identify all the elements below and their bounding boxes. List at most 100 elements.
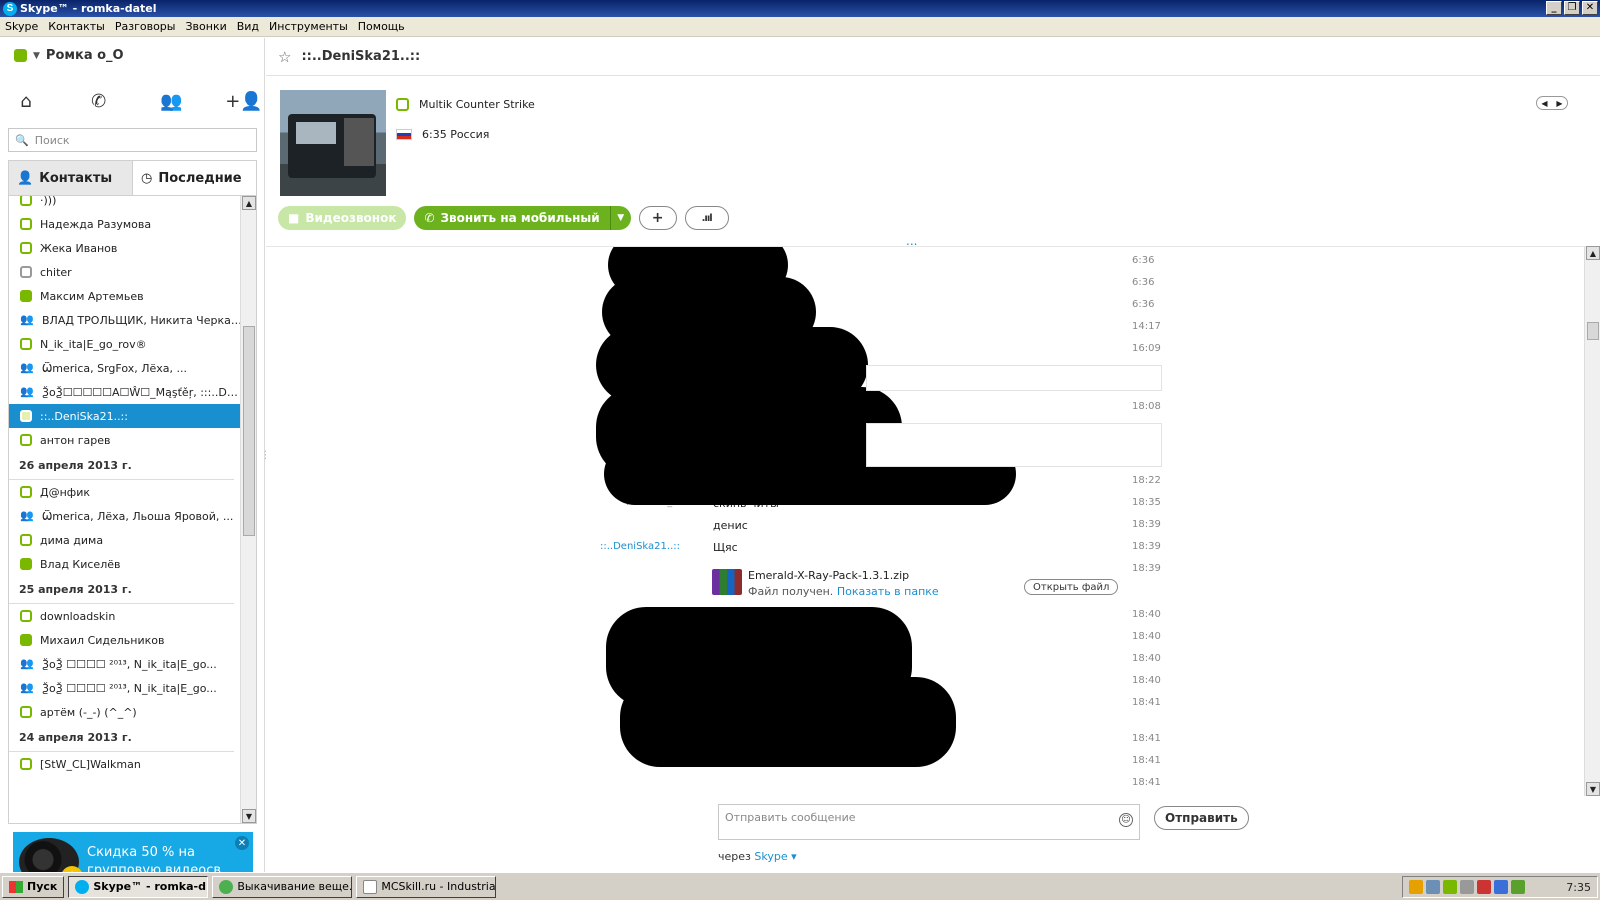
add-people-button[interactable]: + [638, 206, 677, 230]
menu-tools[interactable]: Инструменты [264, 20, 353, 33]
favorite-star-icon[interactable]: ☆ [278, 48, 291, 66]
contact-row[interactable]: антон гарев [9, 428, 242, 452]
taskbar: Пуск Skype™ - romka-d... Выкачивание вещ… [0, 872, 1600, 900]
message-time: 6:36 [1132, 299, 1155, 310]
chevron-down-icon[interactable]: ▼ [33, 51, 40, 61]
truck-image [288, 114, 376, 178]
contact-row[interactable]: 👥 ѮoѮ ☐☐☐☐ ²⁰¹³, N_ik_ita|E_go... [9, 676, 242, 700]
contact-row[interactable]: артём (-_-) (^_^) [9, 700, 242, 724]
start-button[interactable]: Пуск [2, 875, 65, 898]
contact-name: Влад Киселёв [40, 557, 121, 571]
scroll-up-icon[interactable]: ▲ [242, 196, 256, 210]
message-highlight [866, 365, 1162, 391]
contact-row[interactable]: 👥 Ѿmerica, Лёха, Льоша Яровой, ... [9, 504, 242, 528]
contact-row[interactable]: Влад Киселёв [9, 552, 242, 576]
scroll-down-icon[interactable]: ▼ [1586, 782, 1600, 796]
scroll-thumb[interactable] [1587, 322, 1599, 340]
search-icon: 🔍 [15, 133, 29, 147]
phone-icon[interactable]: ✆ [85, 90, 113, 112]
status-icon [20, 242, 32, 254]
chat-scrollbar[interactable]: ▲ ▼ [1584, 246, 1600, 796]
contact-row[interactable]: дима дима [9, 528, 242, 552]
call-quality-button[interactable]: .ııl [684, 206, 729, 230]
contact-row[interactable]: Максим Артемьев [9, 284, 242, 308]
contact-row[interactable]: 👥 ѮoѮ☐☐☐☐☐A☐Ŵ☐_Mąşťěŗ, :::..De... [9, 380, 242, 404]
via-skype-link[interactable]: Skype [754, 850, 787, 863]
profile-nav: ◀ ▶ [1536, 96, 1568, 110]
file-status-text: Файл получен. [748, 585, 834, 598]
contact-row[interactable]: N_ik_ita|E_go_rov® [9, 332, 242, 356]
tray-volume-icon[interactable] [1460, 880, 1474, 894]
video-call-button[interactable]: ■ Видеозвонок [278, 206, 407, 230]
tray-language-icon[interactable] [1494, 880, 1508, 894]
contact-row[interactable]: downloadskin [9, 604, 242, 628]
profile-name[interactable]: Ромка о_О [46, 48, 124, 63]
title-bar: S Skype™ - romka-datel _ ❐ ✕ [0, 0, 1600, 17]
scroll-down-icon[interactable]: ▼ [242, 809, 256, 823]
menu-calls[interactable]: Звонки [180, 20, 231, 33]
close-button[interactable]: ✕ [1582, 1, 1598, 15]
chevron-down-icon[interactable]: ▼ [611, 213, 631, 223]
contact-row[interactable]: 👥 ѮoѮ ☐☐☐☐ ²⁰¹³, N_ik_ita|E_go... [9, 652, 242, 676]
add-contact-icon[interactable]: +👤 [225, 90, 263, 112]
maximize-button[interactable]: ❐ [1564, 1, 1580, 15]
tray-gpu-icon[interactable] [1511, 880, 1525, 894]
emoticon-icon[interactable]: ☺ [1119, 813, 1133, 827]
group-icon[interactable]: 👥 [157, 90, 185, 112]
tab-contacts[interactable]: 👤 Контакты [9, 161, 132, 195]
contact-row[interactable]: chiter [9, 260, 242, 284]
chevron-down-icon[interactable]: ▾ [791, 850, 797, 863]
chevron-right-icon[interactable]: ▶ [1552, 97, 1567, 109]
profile[interactable]: ▼ Ромка о_О [14, 48, 124, 63]
mood-message: Multik Counter Strike [396, 98, 535, 111]
message-time: 18:39 [1132, 541, 1161, 552]
contact-row[interactable]: [StW_CL]Walkman [9, 752, 242, 776]
contact-row[interactable]: Д@нфик [9, 480, 242, 504]
open-file-button[interactable]: Открыть файл [1024, 579, 1119, 595]
menu-skype[interactable]: Skype [0, 20, 43, 33]
scroll-thumb[interactable] [243, 326, 255, 536]
contact-avatar[interactable] [280, 90, 386, 196]
contact-row[interactable]: Надежда Разумова [9, 212, 242, 236]
message-row: 18:41 [266, 773, 1584, 795]
menu-view[interactable]: Вид [232, 20, 264, 33]
menu-help[interactable]: Помощь [353, 20, 410, 33]
contact-row[interactable]: ::..DeniSka21..:: [9, 404, 242, 428]
scroll-up-icon[interactable]: ▲ [1586, 246, 1600, 260]
chevron-left-icon[interactable]: ◀ [1537, 97, 1552, 109]
contact-row[interactable]: Жека Иванов [9, 236, 242, 260]
contact-name: дима дима [40, 533, 104, 547]
contact-name: Ѿmerica, SrgFox, Лёха, ... [42, 361, 188, 375]
show-in-folder-link[interactable]: Показать в папке [837, 585, 939, 598]
call-mobile-button[interactable]: ✆ Звонить на мобильный ▼ [414, 206, 631, 230]
send-button[interactable]: Отправить [1154, 806, 1249, 830]
online-status-icon[interactable] [14, 49, 27, 62]
chat-history: 18:41 18:41 18:41 18:41 18:40 18:40 18:40 18:40… [266, 246, 1600, 796]
call-mobile-main[interactable]: ✆ Звонить на мобильный [414, 206, 611, 230]
contact-list-scrollbar[interactable]: ▲ ▼ [240, 196, 256, 823]
contact-name: Надежда Разумова [40, 217, 152, 231]
contact-location: 6:35 Россия [396, 128, 489, 141]
tray-skype-icon[interactable] [1443, 880, 1457, 894]
contact-row[interactable]: Михаил Сидельников [9, 628, 242, 652]
close-icon[interactable]: ✕ [235, 836, 249, 850]
home-icon[interactable]: ⌂ [12, 90, 40, 112]
contact-row[interactable]: 👥 ВЛАД ТРОЛЬЩИК, Никита Черкасов... [9, 308, 242, 332]
contact-row[interactable]: 👥 Ѿmerica, SrgFox, Лёха, ... [9, 356, 242, 380]
search-box[interactable]: 🔍 Поиск [8, 128, 257, 152]
menu-contacts[interactable]: Контакты [43, 20, 110, 33]
tray-network-icon[interactable] [1426, 880, 1440, 894]
file-name: Emerald-X-Ray-Pack-1.3.1.zip [748, 569, 910, 582]
task-mcskill[interactable]: MCSkill.ru - Industrial ... [356, 875, 497, 898]
task-skype[interactable]: Skype™ - romka-d... [68, 875, 209, 898]
search-input[interactable]: Поиск [35, 134, 70, 147]
minimize-button[interactable]: _ [1546, 1, 1562, 15]
task-download[interactable]: Выкачивание веще... [212, 875, 353, 898]
message-input[interactable]: Отправить сообщение ☺ [718, 804, 1140, 840]
tray-app-icon[interactable] [1409, 880, 1423, 894]
message-sender[interactable]: ::..DeniSka21..:: [600, 541, 680, 552]
menu-conversations[interactable]: Разговоры [110, 20, 181, 33]
tray-antivirus-icon[interactable] [1477, 880, 1491, 894]
contact-row[interactable]: ·))) [9, 196, 242, 212]
tab-recent[interactable]: ◷ Последние [132, 161, 256, 195]
